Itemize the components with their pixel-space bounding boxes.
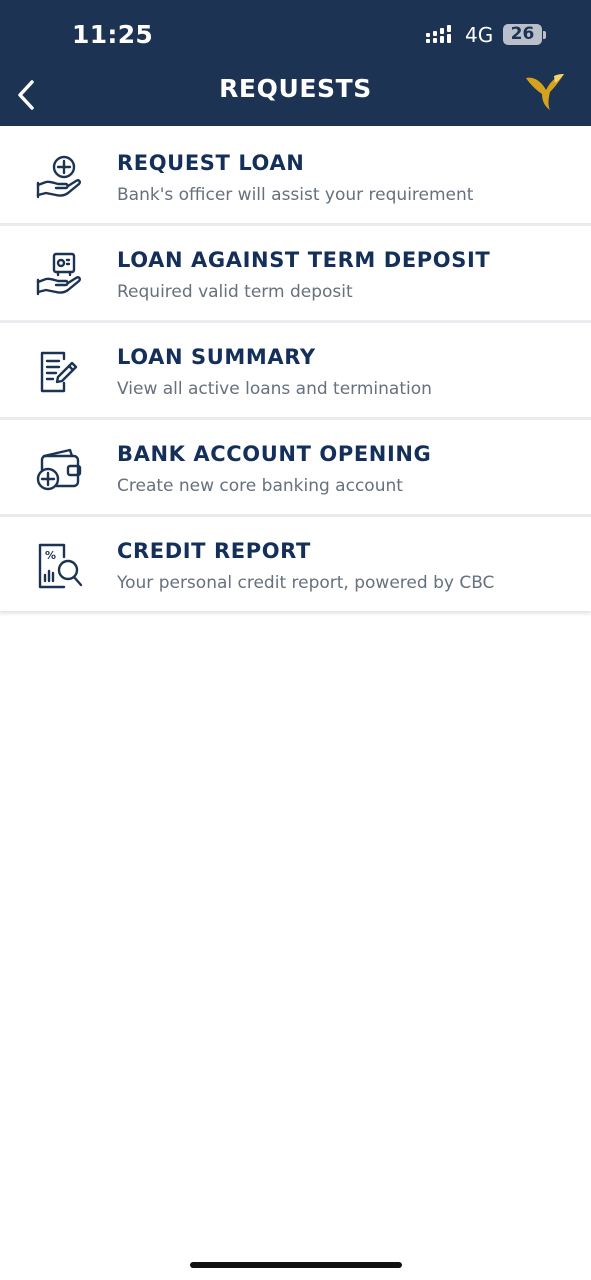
item-title: LOAN AGAINST TERM DEPOSIT <box>117 248 491 272</box>
item-subtitle: Required valid term deposit <box>117 282 353 302</box>
item-subtitle: View all active loans and termination <box>117 379 432 399</box>
item-subtitle: Bank's officer will assist your requirem… <box>117 185 474 205</box>
item-title: REQUEST LOAN <box>117 151 305 175</box>
item-title: CREDIT REPORT <box>117 539 311 563</box>
document-edit-icon <box>40 351 78 393</box>
list-item-request-loan[interactable]: REQUEST LOAN Bank's officer will assist … <box>0 126 591 223</box>
item-title: BANK ACCOUNT OPENING <box>117 442 432 466</box>
bird-logo-icon[interactable] <box>524 72 566 112</box>
item-subtitle: Your personal credit report, powered by … <box>117 573 495 593</box>
wallet-plus-icon <box>36 448 82 491</box>
list-item-bank-account-opening[interactable]: BANK ACCOUNT OPENING Create new core ban… <box>0 417 591 514</box>
app-header: 11:25 4G 26 REQUESTS <box>0 0 591 126</box>
item-subtitle: Create new core banking account <box>117 476 403 496</box>
report-search-icon: % <box>38 543 83 589</box>
network-type: 4G <box>465 23 494 47</box>
battery-level: 26 <box>503 24 542 45</box>
signal-icon <box>426 25 451 43</box>
list-item-credit-report[interactable]: % CREDIT REPORT Your personal credit rep… <box>0 514 591 611</box>
hand-plus-icon <box>36 155 81 199</box>
page-title: REQUESTS <box>219 74 372 103</box>
svg-text:%: % <box>45 549 56 562</box>
hand-safe-icon <box>36 252 81 296</box>
list-item-loan-summary[interactable]: LOAN SUMMARY View all active loans and t… <box>0 320 591 417</box>
item-title: LOAN SUMMARY <box>117 345 316 369</box>
home-indicator[interactable] <box>190 1262 402 1268</box>
list-item-loan-against-term-deposit[interactable]: LOAN AGAINST TERM DEPOSIT Required valid… <box>0 223 591 320</box>
battery-tip <box>543 31 546 39</box>
status-time: 11:25 <box>72 20 154 49</box>
requests-list: REQUEST LOAN Bank's officer will assist … <box>0 126 591 611</box>
